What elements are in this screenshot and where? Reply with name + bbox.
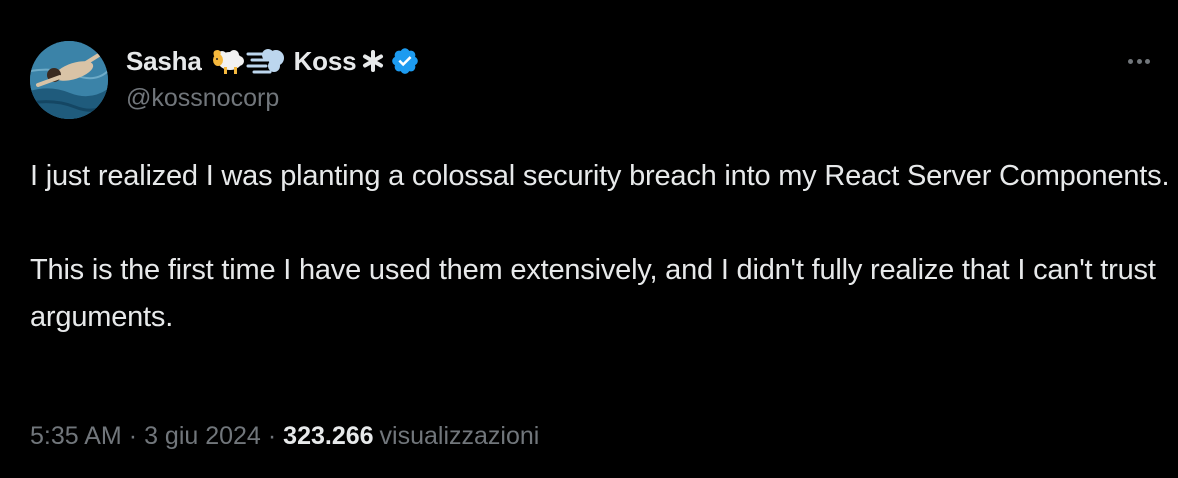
more-options-button[interactable] (1122, 50, 1156, 72)
more-dot (1136, 58, 1142, 64)
more-dot (1145, 58, 1150, 64)
tweet-card: Sasha Koss @kossnocorp I just realized I… (0, 0, 1178, 478)
tweet-paragraph: This is the first time I have used them … (30, 254, 1156, 333)
tweet-paragraph: I just realized I was planting a colossa… (30, 160, 1170, 192)
user-handle[interactable]: @kossnocorp (126, 84, 420, 113)
ram-icon (210, 44, 246, 78)
meta-separator: · (267, 422, 277, 450)
tweet-meta: 5:35 AM · 3 giu 2024 · 323.266 visualizz… (30, 422, 539, 451)
meta-separator: · (128, 422, 138, 450)
asterisk-icon (362, 44, 384, 78)
more-dot (1128, 58, 1133, 64)
wind-icon (246, 44, 286, 78)
tweet-text: I just realized I was planting a colossa… (30, 153, 1170, 341)
display-name-last[interactable]: Koss (294, 46, 357, 77)
name-row: Sasha Koss (126, 42, 420, 80)
display-name-first[interactable]: Sasha (126, 46, 202, 77)
verified-badge-icon[interactable] (390, 44, 420, 78)
views-count[interactable]: 323.266 (283, 422, 373, 451)
avatar[interactable] (30, 41, 108, 119)
avatar-image (30, 41, 108, 119)
views-label: visualizzazioni (379, 422, 540, 450)
tweet-time[interactable]: 5:35 AM (30, 422, 122, 451)
tweet-header: Sasha Koss @kossnocorp (126, 42, 420, 112)
tweet-date[interactable]: 3 giu 2024 (144, 422, 261, 451)
